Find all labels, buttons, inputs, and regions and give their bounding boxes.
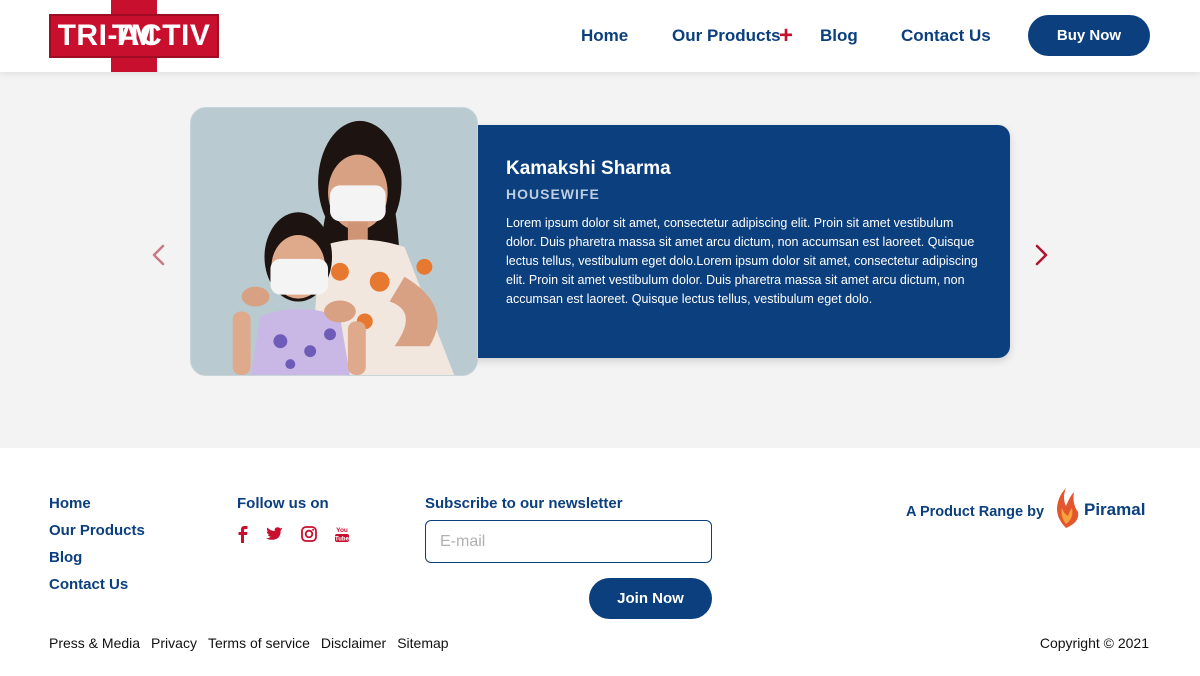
- piramal-logo[interactable]: Piramal: [1052, 486, 1148, 530]
- logo-box: TRI-ACTIV TM: [49, 14, 219, 58]
- disclaimer-link[interactable]: Disclaimer: [321, 635, 386, 651]
- testimonial-role: HOUSEWIFE: [506, 186, 600, 202]
- testimonial-photo: [190, 107, 478, 376]
- nav-home[interactable]: Home: [581, 26, 628, 46]
- piramal-flame-icon: [1057, 488, 1079, 528]
- testimonial-section: Kamakshi Sharma HOUSEWIFE Lorem ipsum do…: [0, 72, 1200, 448]
- logo-tm: TM: [111, 19, 157, 52]
- privacy-link[interactable]: Privacy: [151, 635, 197, 651]
- testimonial-body: Lorem ipsum dolor sit amet, consectetur …: [506, 216, 978, 306]
- plus-icon[interactable]: +: [779, 22, 793, 50]
- site-header: TRI-ACTIV TM Home Our Products + Blog Co…: [0, 0, 1200, 72]
- site-footer: Home Our Products Blog Contact Us Follow…: [0, 448, 1200, 676]
- copyright: Copyright © 2021: [1039, 635, 1149, 651]
- twitter-icon[interactable]: [265, 525, 285, 545]
- buy-now-button[interactable]: Buy Now: [1028, 15, 1150, 56]
- terms-link[interactable]: Terms of service: [208, 635, 310, 651]
- svg-text:Tube: Tube: [335, 537, 350, 543]
- piramal-name: Piramal: [1084, 500, 1146, 519]
- nav-our-products[interactable]: Our Products: [672, 26, 781, 46]
- footer-link-blog[interactable]: Blog: [49, 549, 82, 566]
- instagram-icon[interactable]: [299, 525, 319, 545]
- email-field[interactable]: [425, 520, 712, 563]
- facebook-icon[interactable]: [233, 525, 253, 545]
- press-media-link[interactable]: Press & Media: [49, 635, 140, 651]
- youtube-icon[interactable]: You Tube: [332, 525, 352, 545]
- testimonial-name: Kamakshi Sharma: [506, 158, 671, 179]
- nav-contact-us[interactable]: Contact Us: [901, 26, 991, 46]
- join-now-button[interactable]: Join Now: [589, 578, 712, 619]
- footer-link-our-products[interactable]: Our Products: [49, 522, 145, 539]
- svg-text:You: You: [336, 527, 348, 534]
- product-range-label: A Product Range by: [906, 504, 1045, 520]
- newsletter-heading: Subscribe to our newsletter: [425, 495, 623, 512]
- footer-link-contact-us[interactable]: Contact Us: [49, 576, 128, 593]
- tri-activ-logo[interactable]: TRI-ACTIV TM: [49, 0, 219, 72]
- legal-links: Press & Media Privacy Terms of service D…: [49, 635, 449, 651]
- nav-blog[interactable]: Blog: [820, 26, 858, 46]
- chevron-right-icon[interactable]: [1030, 244, 1052, 266]
- chevron-left-icon[interactable]: [148, 244, 170, 266]
- follow-heading: Follow us on: [237, 495, 329, 512]
- footer-link-home[interactable]: Home: [49, 495, 91, 512]
- sitemap-link[interactable]: Sitemap: [397, 635, 448, 651]
